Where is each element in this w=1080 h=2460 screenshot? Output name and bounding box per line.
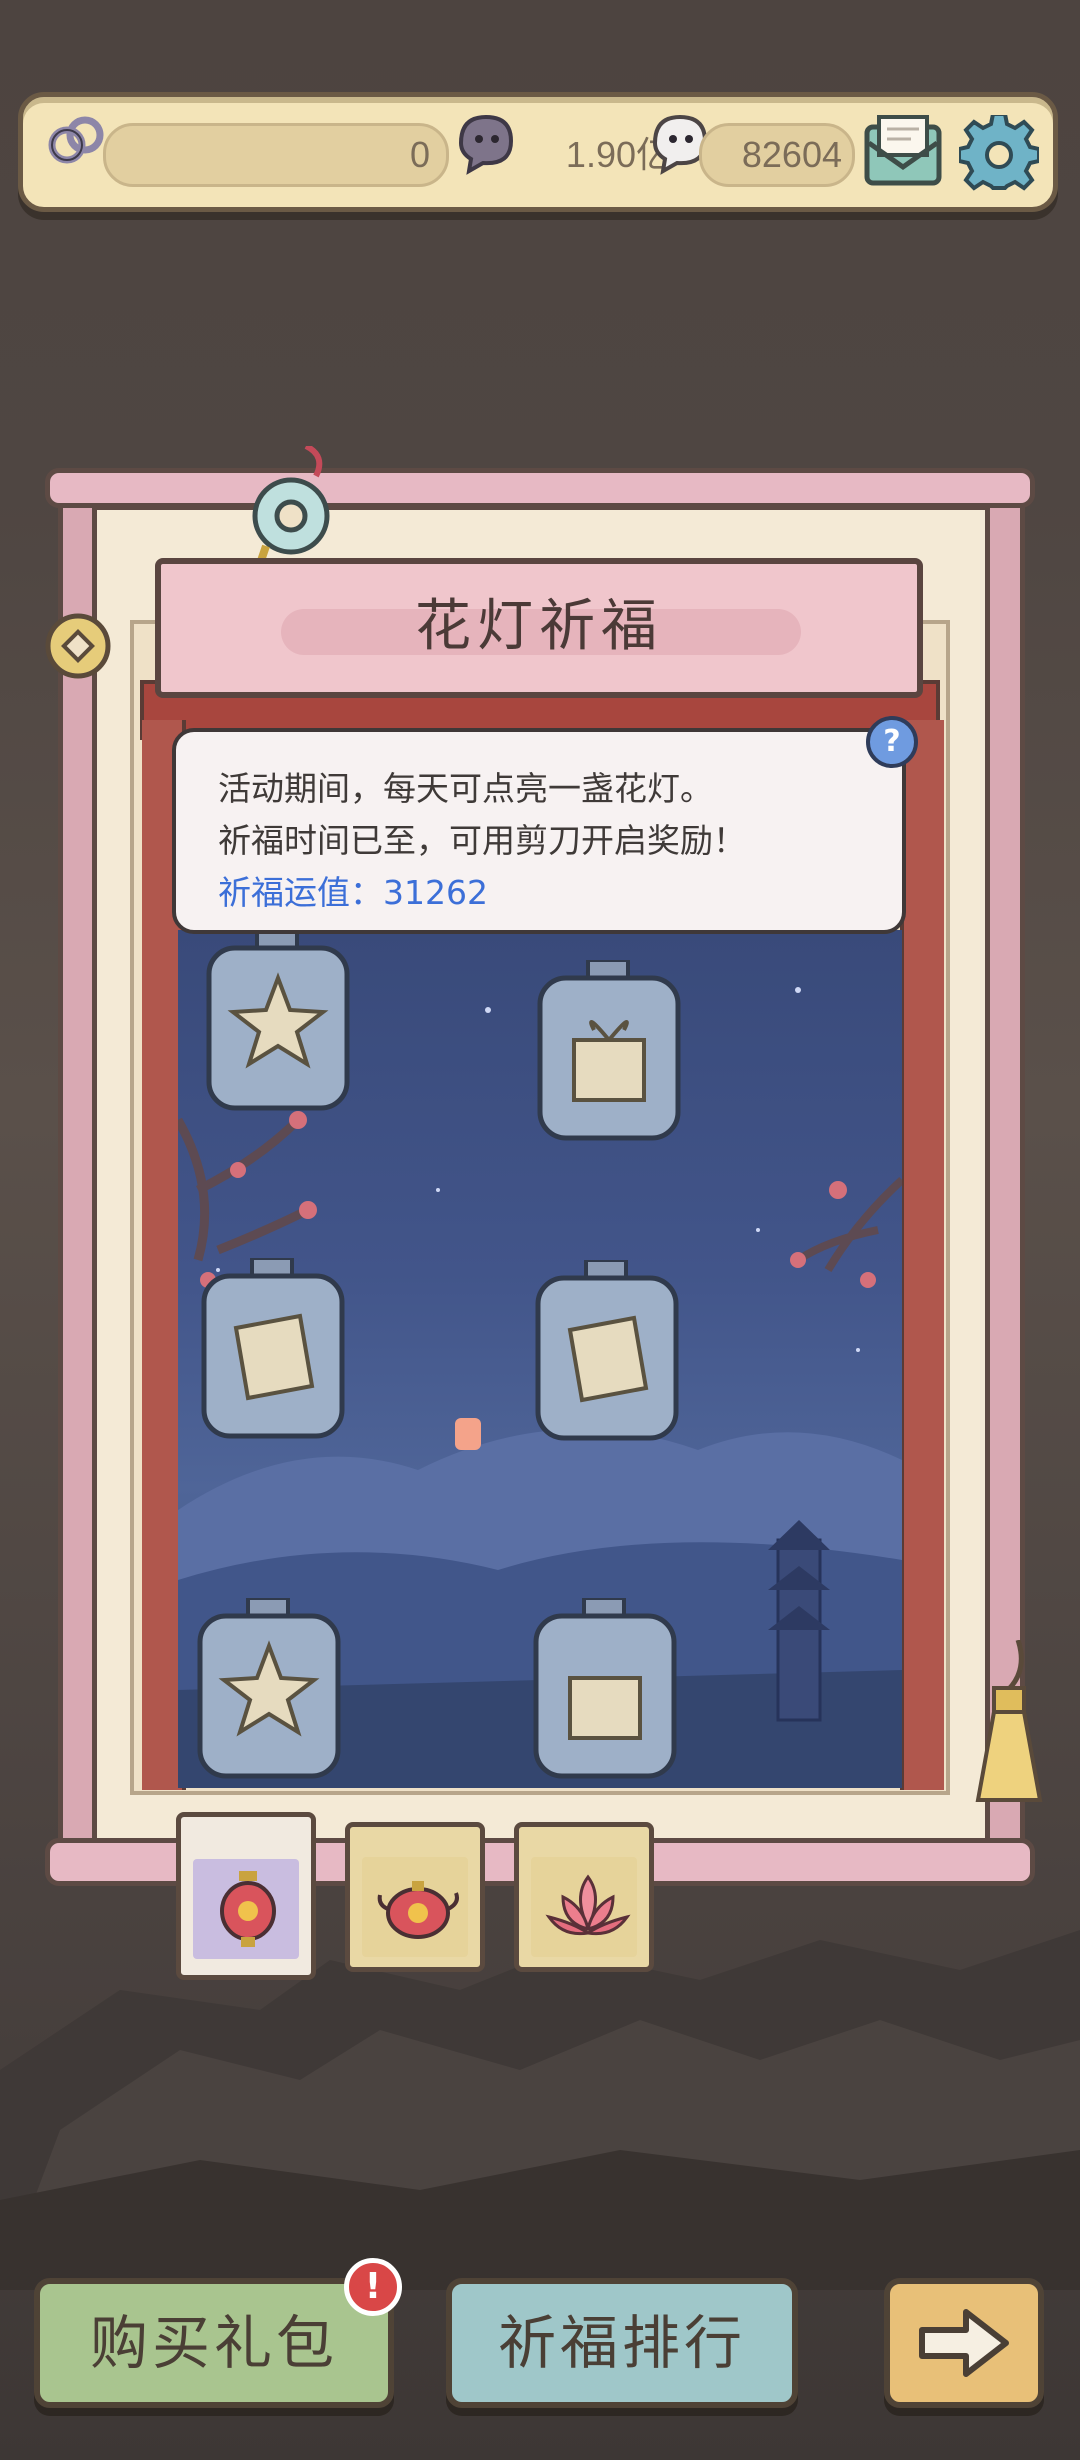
lantern-scroll-2[interactable] (522, 1260, 692, 1450)
luck-value: 祈福运值：31262 (218, 873, 488, 912)
lantern-gift-1[interactable] (524, 960, 694, 1150)
buy-pack-button[interactable]: 购买礼包 (34, 2278, 394, 2408)
coin-ornament (45, 613, 111, 679)
lantern-scroll-1[interactable] (188, 1258, 358, 1448)
title-banner: 花灯祈福 (155, 558, 923, 698)
lantern-night-scene (178, 930, 902, 1788)
next-button[interactable] (884, 2278, 1044, 2408)
curtain-right (900, 720, 944, 1790)
lotus-lantern-icon (545, 1874, 631, 1936)
red-lantern-icon (220, 1871, 276, 1947)
tab-teapot-lantern[interactable] (345, 1822, 485, 1972)
resource-bar: 0 1.90亿 82604 (18, 92, 1058, 212)
tassel-ornament (975, 1640, 1043, 1802)
info-line-daily: 活动期间，每天可点亮一盏花灯。 (218, 769, 713, 808)
resource-slot-knot: 0 (103, 123, 449, 187)
alert-badge-icon: ! (344, 2258, 402, 2316)
tab-red-lantern[interactable] (176, 1812, 316, 1980)
scroll-top-rod (45, 468, 1035, 508)
info-line-scissors: 祈福时间已至，可用剪刀开启奖励！ (218, 821, 746, 860)
lantern-star-2[interactable] (184, 1598, 354, 1788)
knot-currency-icon (48, 116, 104, 164)
ranking-button[interactable]: 祈福排行 (446, 2278, 798, 2408)
info-box: 活动期间，每天可点亮一盏花灯。 祈福时间已至，可用剪刀开启奖励！ 祈福运值：31… (172, 728, 906, 934)
page-title: 花灯祈福 (415, 594, 663, 659)
mail-icon[interactable] (861, 113, 945, 191)
white-spirit-count: 82604 (741, 134, 842, 175)
teapot-lantern-icon (377, 1881, 459, 1939)
lantern-star-1[interactable] (193, 930, 363, 1120)
ranking-label: 祈福排行 (497, 2309, 746, 2377)
tab-lotus-lantern[interactable] (514, 1822, 654, 1972)
arrow-right-icon (919, 2309, 1009, 2377)
settings-gear-icon[interactable] (959, 115, 1039, 195)
lantern-gift-2[interactable] (520, 1598, 690, 1788)
resource-slot-white-spirit: 82604 (699, 123, 855, 187)
knot-count: 0 (409, 134, 430, 175)
help-icon[interactable]: ? (866, 716, 918, 768)
buy-pack-label: 购买礼包 (89, 2309, 338, 2377)
